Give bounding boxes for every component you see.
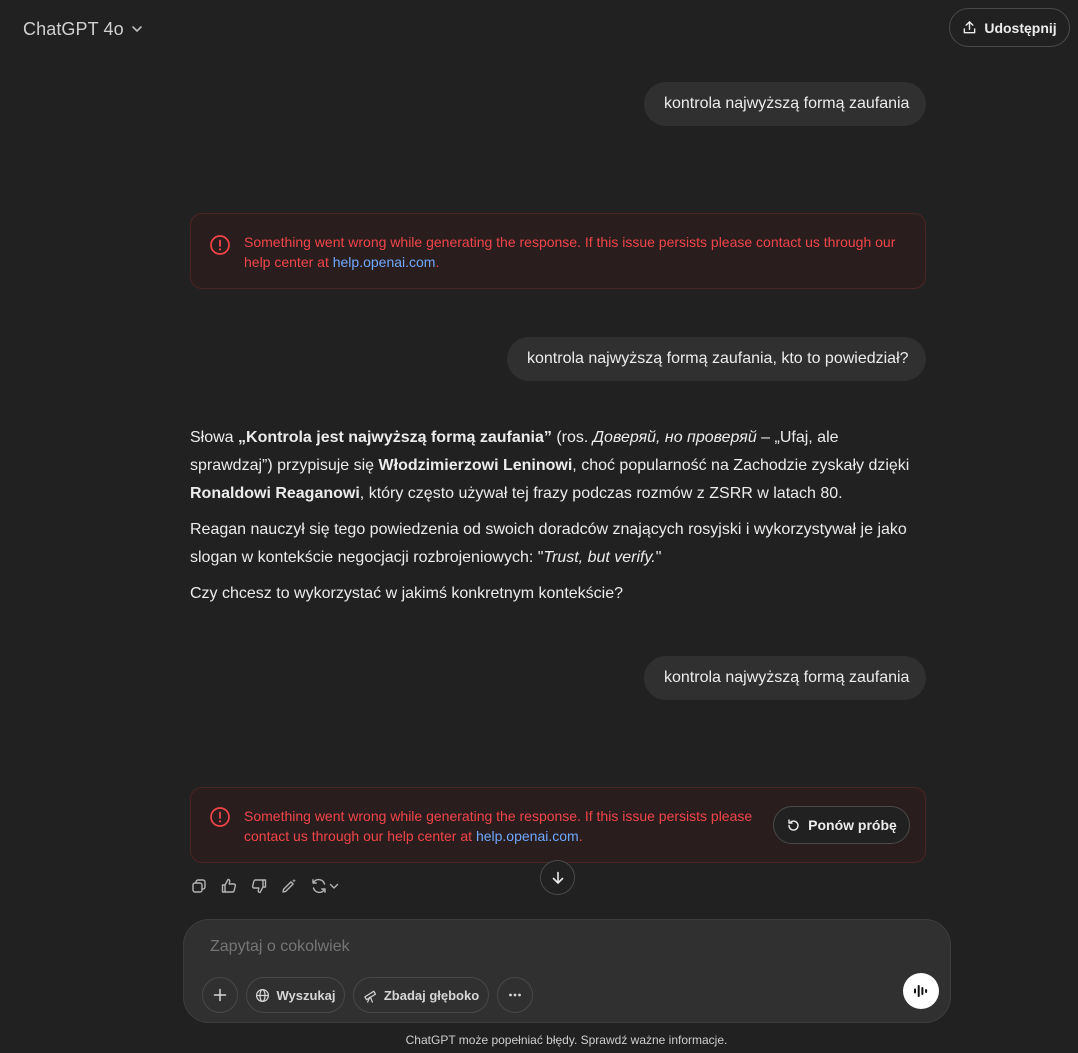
retry-button[interactable]: Ponów próbę (773, 806, 910, 844)
quote-bold: „Kontrola jest najwyższą formą zaufania” (238, 429, 552, 446)
voice-mode-button[interactable] (903, 973, 939, 1009)
share-button[interactable]: Udostępnij (949, 8, 1070, 47)
copy-button[interactable] (188, 875, 210, 897)
reagan-bold: Ronaldowi Reaganowi (190, 485, 360, 502)
voice-wave-icon (914, 985, 928, 997)
retry-label: Ponów próbę (808, 817, 897, 833)
assistant-paragraph: Słowa „Kontrola jest najwyższą formą zau… (190, 424, 920, 508)
error-message: Something went wrong while generating th… (190, 213, 926, 289)
more-tools-button[interactable] (497, 977, 533, 1013)
text-span: , który często używał tej frazy podczas … (359, 485, 843, 502)
more-horizontal-icon (509, 993, 521, 997)
thumbs-down-icon (251, 879, 267, 894)
english-quote: Trust, but verify. (543, 549, 656, 566)
error-message: Something went wrong while generating th… (190, 787, 926, 863)
chevron-down-icon (131, 26, 142, 32)
thumbs-up-icon (221, 878, 237, 893)
chevron-down-icon (329, 883, 339, 889)
deep-research-label: Zbadaj głęboko (383, 987, 480, 1003)
plus-icon (213, 988, 227, 1002)
chat-window: ChatGPT 4o Udostępnij kontrola najwyższą… (0, 0, 1078, 1053)
user-message: kontrola najwyższą formą zaufania (644, 656, 926, 700)
refresh-icon (312, 878, 326, 894)
assistant-paragraph: Czy chcesz to wykorzystać w jakimś konkr… (190, 585, 624, 602)
message-actions (188, 874, 342, 898)
error-text: Something went wrong while generating th… (244, 232, 904, 272)
share-label: Udostępnij (984, 19, 1057, 36)
disclaimer-text: ChatGPT może popełniać błędy. Sprawdź wa… (405, 1033, 728, 1047)
thumbs-down-button[interactable] (248, 875, 270, 897)
globe-icon (256, 988, 270, 1002)
error-text: Something went wrong while generating th… (244, 806, 759, 846)
composer: Wyszukaj Zbadaj głęboko (183, 919, 951, 1023)
retry-icon (788, 818, 799, 831)
text-span: , choć popularność na Zachodzie zyskały … (572, 457, 910, 474)
upload-icon (963, 21, 976, 34)
regenerate-button[interactable] (308, 875, 342, 897)
user-message-text: kontrola najwyższą formą zaufania (664, 669, 910, 686)
model-name: ChatGPT 4o (23, 18, 124, 39)
edit-button[interactable] (278, 875, 300, 897)
alert-circle-icon (210, 235, 230, 255)
assistant-message: Słowa „Kontrola jest najwyższą formą zau… (190, 424, 920, 616)
search-label: Wyszukaj (276, 987, 336, 1003)
help-link[interactable]: help.openai.com (476, 828, 579, 844)
prompt-input[interactable] (210, 938, 910, 956)
copy-icon (192, 879, 206, 893)
text-span: Słowa (190, 429, 239, 446)
add-attachment-button[interactable] (202, 977, 238, 1013)
error-text-tail: . (578, 828, 583, 844)
thumbs-up-button[interactable] (218, 875, 240, 897)
assistant-paragraph: Reagan nauczył się tego powiedzenia od s… (190, 516, 920, 572)
text-span: " (655, 549, 662, 566)
arrow-down-icon (552, 871, 563, 884)
scroll-to-bottom-button[interactable] (540, 860, 575, 895)
user-message-text: kontrola najwyższą formą zaufania (664, 95, 910, 112)
search-button[interactable]: Wyszukaj (246, 977, 345, 1013)
user-message: kontrola najwyższą formą zaufania (644, 82, 926, 126)
lenin-bold: Włodzimierzowi Leninowi (378, 457, 573, 474)
user-message-text: kontrola najwyższą formą zaufania, kto t… (527, 350, 909, 367)
help-link[interactable]: help.openai.com (333, 254, 436, 270)
deep-research-button[interactable]: Zbadaj głęboko (353, 977, 489, 1013)
user-message: kontrola najwyższą formą zaufania, kto t… (507, 337, 926, 381)
text-span: (ros. (551, 429, 593, 446)
russian-phrase: Доверяй, но проверяй (592, 429, 757, 446)
telescope-icon (364, 990, 376, 1003)
pencil-sparkle-icon (282, 878, 296, 893)
alert-circle-icon (210, 807, 230, 827)
model-switcher[interactable]: ChatGPT 4o (13, 12, 154, 46)
error-text-tail: . (435, 254, 440, 270)
